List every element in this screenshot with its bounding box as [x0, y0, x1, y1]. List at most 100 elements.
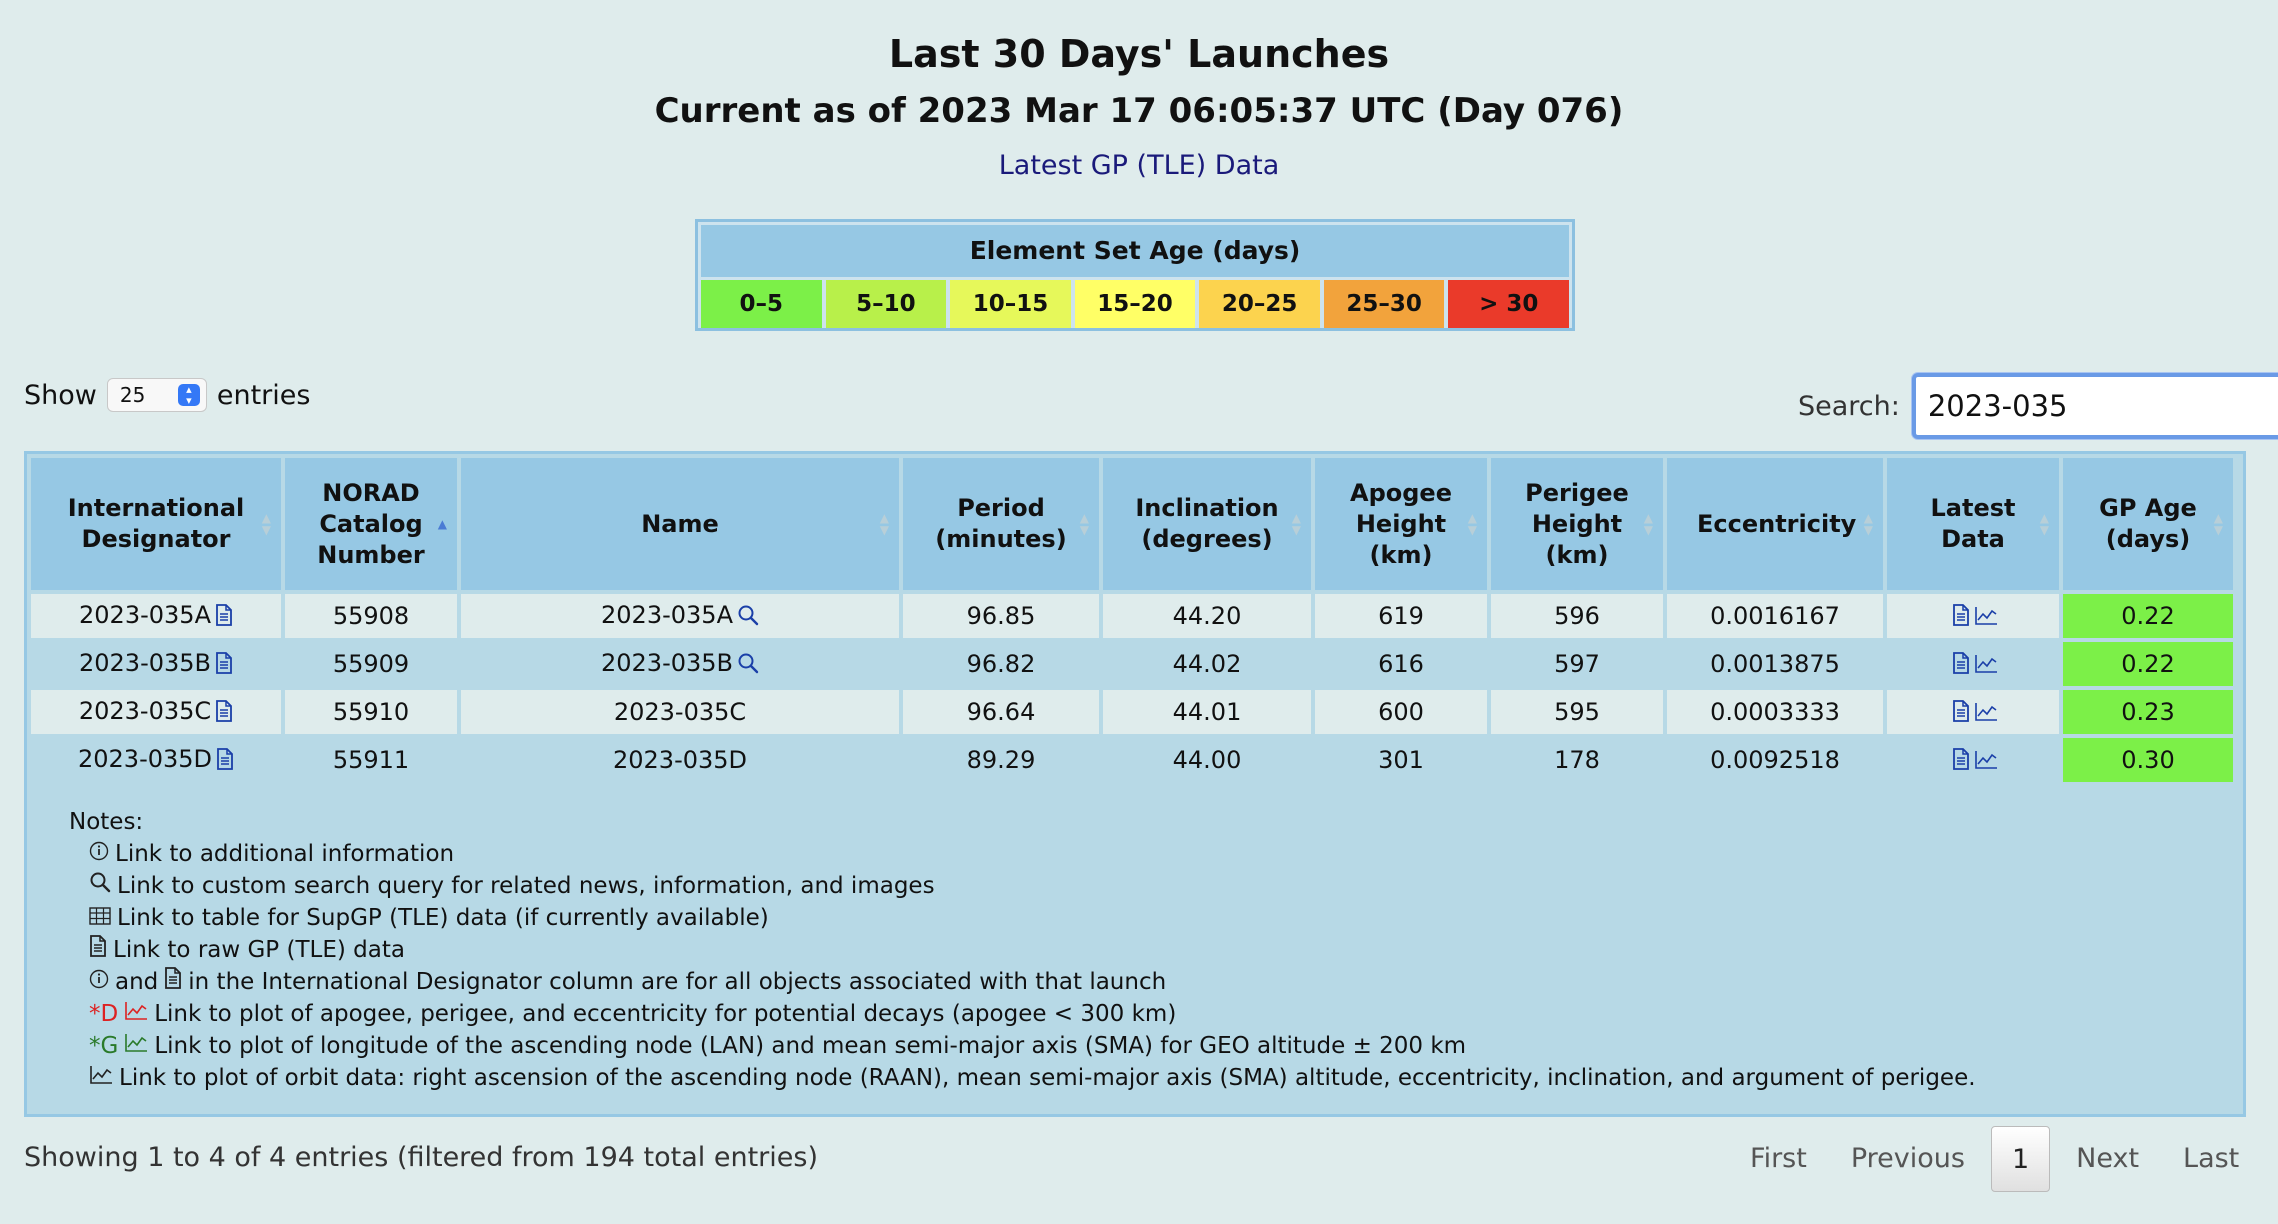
sort-icon[interactable]: ▲ ▼: [1864, 512, 1873, 536]
pager-last[interactable]: Last: [2161, 1126, 2261, 1192]
apogee-cell: 619: [1315, 594, 1487, 642]
note-text: Link to raw GP (TLE) data: [113, 937, 405, 963]
column-header-label[interactable]: Inclination (degrees): [1135, 494, 1278, 553]
intl-designator-link[interactable]: 2023-035D: [78, 745, 212, 773]
page-length-select[interactable]: 25 ▴ ▾: [106, 378, 207, 412]
sort-icon[interactable]: ▲ ▼: [1080, 512, 1089, 536]
name-cell: 2023-035C: [461, 690, 899, 738]
search-input[interactable]: 2023-035 ×: [1911, 373, 2278, 439]
note-text: Link to custom search query for related …: [117, 873, 935, 899]
column-header[interactable]: NORAD Catalog Number ▲: [285, 458, 457, 594]
document-icon[interactable]: [1952, 747, 1970, 776]
plot-icon[interactable]: [1974, 700, 1998, 728]
column-header[interactable]: Apogee Height (km) ▲ ▼: [1315, 458, 1487, 594]
plot-icon[interactable]: [1974, 604, 1998, 632]
table-row: 2023-035A 55908 2023-035A 96.85 44.20 619 596 0…: [31, 594, 2233, 642]
incl-cell: 44.02: [1103, 642, 1311, 690]
pager-first[interactable]: First: [1728, 1126, 1829, 1192]
column-header[interactable]: Period (minutes) ▲ ▼: [903, 458, 1099, 594]
magnifier-icon[interactable]: [737, 652, 759, 680]
sort-icon[interactable]: ▲ ▼: [262, 512, 271, 536]
document-icon[interactable]: [1952, 699, 1970, 728]
sort-icon[interactable]: ▲ ▼: [1292, 512, 1301, 536]
document-icon: [164, 966, 182, 998]
column-header[interactable]: GP Age (days) ▲ ▼: [2063, 458, 2233, 594]
satellite-name: 2023-035D: [612, 746, 748, 774]
note-text: Link to plot of longitude of the ascendi…: [154, 1033, 1467, 1059]
period-cell: 96.85: [903, 594, 1099, 642]
document-icon[interactable]: [216, 747, 234, 776]
column-header-label[interactable]: Name: [641, 510, 719, 538]
pager-page-1[interactable]: 1: [1990, 1126, 2051, 1192]
search-input-value[interactable]: 2023-035: [1928, 389, 2278, 423]
column-header-label[interactable]: GP Age (days): [2099, 494, 2197, 553]
table-header-row: International Designator ▲ ▼ NORAD Catalog …: [31, 458, 2233, 594]
ecc-cell: 0.0016167: [1667, 594, 1883, 642]
pager-next[interactable]: Next: [2054, 1126, 2161, 1192]
intl-designator-link[interactable]: 2023-035C: [79, 697, 211, 725]
sort-icon[interactable]: ▲ ▼: [880, 512, 889, 536]
incl-cell: 44.20: [1103, 594, 1311, 642]
gp-age-cell: 0.30: [2063, 738, 2233, 786]
document-icon[interactable]: [1952, 651, 1970, 680]
column-header-label[interactable]: International Designator: [68, 494, 245, 553]
perigee-cell: 595: [1491, 690, 1663, 738]
ecc-cell: 0.0013875: [1667, 642, 1883, 690]
page-length-value[interactable]: 25: [120, 383, 145, 407]
intl-designator-cell: 2023-035C: [31, 690, 281, 738]
document-icon[interactable]: [215, 651, 233, 680]
latest-gp-data-link-text[interactable]: Latest GP (TLE) Data: [999, 150, 1280, 181]
period-cell: 89.29: [903, 738, 1099, 786]
column-header[interactable]: Inclination (degrees) ▲ ▼: [1103, 458, 1311, 594]
document-icon[interactable]: [215, 603, 233, 632]
age-bucket: > 30: [1448, 280, 1570, 328]
sort-icon[interactable]: ▲ ▼: [1644, 512, 1653, 536]
select-arrows-icon[interactable]: ▴ ▾: [177, 384, 200, 406]
sort-icon[interactable]: ▲ ▼: [2214, 512, 2223, 536]
note-line: *G Link to plot of longitude of the ascen…: [69, 1030, 2239, 1062]
column-header[interactable]: Perigee Height (km) ▲ ▼: [1491, 458, 1663, 594]
pagination: First Previous 1 Next Last: [1728, 1126, 2261, 1192]
magnifier-icon[interactable]: [737, 604, 759, 632]
sort-icon[interactable]: ▲: [438, 518, 447, 530]
column-header-label[interactable]: Latest Data: [1931, 494, 2016, 553]
table-body: 2023-035A 55908 2023-035A 96.85 44.20 619 596 0…: [31, 594, 2233, 786]
column-header-label[interactable]: Eccentricity: [1697, 510, 1856, 538]
sort-icon[interactable]: ▲ ▼: [1468, 512, 1477, 536]
geo-prefix: *G: [89, 1033, 119, 1059]
table-row: 2023-035B 55909 2023-035B 96.82 44.02 616 597 0…: [31, 642, 2233, 690]
ecc-cell: 0.0092518: [1667, 738, 1883, 786]
gp-age-cell: 0.22: [2063, 594, 2233, 642]
latest-data-cell: [1887, 690, 2059, 738]
plot-icon[interactable]: [1974, 652, 1998, 680]
column-header[interactable]: Eccentricity ▲ ▼: [1667, 458, 1883, 594]
column-header[interactable]: International Designator ▲ ▼: [31, 458, 281, 594]
column-header-label[interactable]: Perigee Height (km): [1525, 479, 1629, 569]
plot-icon[interactable]: [1974, 748, 1998, 776]
pager-previous[interactable]: Previous: [1829, 1126, 1987, 1192]
legend-title: Element Set Age (days): [701, 225, 1569, 277]
column-header-label[interactable]: Apogee Height (km): [1350, 479, 1452, 569]
age-bucket: 0–5: [701, 280, 822, 328]
column-header-label[interactable]: Period (minutes): [935, 494, 1066, 553]
period-cell: 96.64: [903, 690, 1099, 738]
norad-cell: 55908: [285, 594, 457, 642]
document-icon[interactable]: [1952, 603, 1970, 632]
intl-designator-cell: 2023-035B: [31, 642, 281, 690]
plot-icon: [124, 998, 148, 1030]
document-icon[interactable]: [215, 699, 233, 728]
incl-cell: 44.00: [1103, 738, 1311, 786]
column-header[interactable]: Latest Data ▲ ▼: [1887, 458, 2059, 594]
name-cell: 2023-035A: [461, 594, 899, 642]
launches-table-container: International Designator ▲ ▼ NORAD Catalog …: [24, 451, 2246, 1117]
column-header-label[interactable]: NORAD Catalog Number: [317, 479, 424, 569]
element-set-age-legend: Element Set Age (days) 0–5 5–10 10–15 15–20…: [695, 219, 1575, 331]
latest-gp-data-link[interactable]: Latest GP (TLE) Data: [0, 150, 2278, 181]
sort-icon[interactable]: ▲ ▼: [2040, 512, 2049, 536]
intl-designator-link[interactable]: 2023-035B: [79, 649, 211, 677]
plot-icon: [124, 1030, 148, 1062]
column-header[interactable]: Name ▲ ▼: [461, 458, 899, 594]
intl-designator-link[interactable]: 2023-035A: [79, 601, 211, 629]
satellite-name: 2023-035C: [613, 698, 747, 726]
perigee-cell: 597: [1491, 642, 1663, 690]
